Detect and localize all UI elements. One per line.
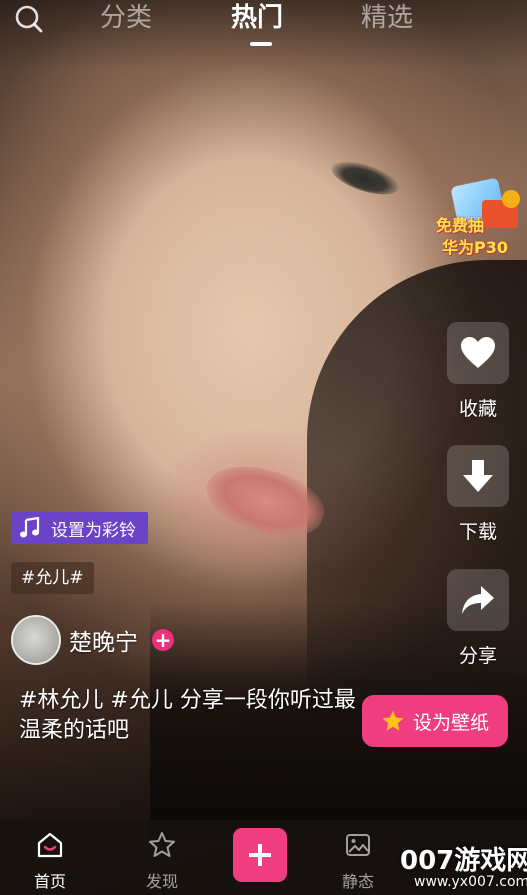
set-wallpaper-label: 设为壁纸 [412, 711, 489, 734]
share-label: 分享 [458, 645, 497, 667]
share-button[interactable]: 分享 [446, 569, 510, 667]
set-wallpaper-button[interactable]: 设为壁纸 [362, 695, 508, 747]
nav-item-home[interactable]: 首页 [10, 830, 90, 892]
tab-featured[interactable]: 精选 [361, 0, 413, 36]
coin-icon [502, 190, 520, 208]
video-caption: #林允儿 #允儿 分享一段你听过最温柔的话吧 [19, 688, 356, 743]
favorite-button[interactable]: 收藏 [446, 322, 510, 420]
nav-label-discover: 发现 [145, 872, 178, 891]
music-note-icon [20, 517, 40, 538]
nav-label-home: 首页 [33, 872, 66, 891]
plus-icon [249, 844, 271, 866]
watermark-title: 007游戏网 [400, 846, 527, 876]
nav-item-discover[interactable]: 发现 [122, 830, 202, 892]
download-label: 下载 [458, 521, 497, 543]
promo-prize: 华为P30 [442, 238, 508, 257]
site-watermark: 007游戏网 www.yx007.com [396, 838, 527, 895]
top-nav: 分类 热门 精选 [0, 0, 527, 50]
star-icon [382, 710, 404, 731]
share-arrow-icon [462, 586, 494, 614]
promo-title: 免费抽 [436, 216, 485, 235]
download-button[interactable]: 下载 [446, 445, 510, 543]
plus-icon: + [154, 628, 172, 652]
author-row: 楚晚宁 + [11, 614, 174, 666]
tab-category[interactable]: 分类 [100, 0, 152, 36]
topic-tag[interactable]: #允儿# [11, 562, 94, 594]
nav-label-static: 静态 [341, 872, 374, 891]
search-icon[interactable] [14, 4, 44, 34]
nav-item-static[interactable]: 静态 [318, 830, 398, 892]
set-ringtone-button[interactable]: 设置为彩铃 [11, 512, 148, 544]
home-icon [37, 832, 63, 858]
follow-button[interactable]: + [152, 629, 174, 651]
ringtone-label: 设置为彩铃 [51, 520, 136, 541]
tab-hot[interactable]: 热门 [231, 0, 283, 36]
active-tab-indicator [250, 42, 272, 46]
image-icon [346, 834, 370, 856]
favorite-label: 收藏 [458, 398, 497, 420]
avatar[interactable] [11, 615, 61, 665]
download-arrow-icon [463, 460, 493, 492]
watermark-url: www.yx007.com [414, 874, 527, 890]
heart-icon [461, 337, 495, 368]
author-name[interactable]: 楚晚宁 [69, 623, 138, 657]
star-outline-icon [149, 832, 175, 857]
add-button[interactable] [233, 828, 287, 882]
promo-badge[interactable]: 免费抽 华为P30 [432, 177, 522, 264]
